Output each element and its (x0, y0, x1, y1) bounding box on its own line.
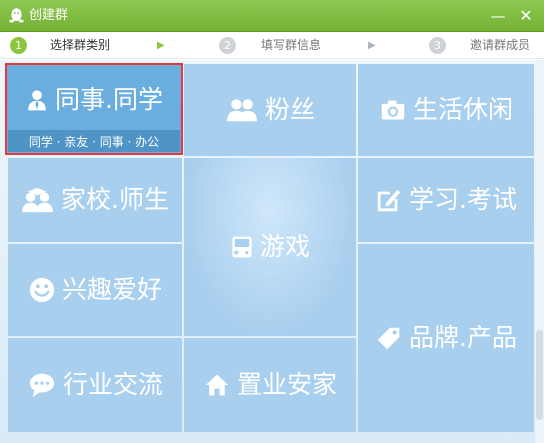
gamepad-icon (232, 236, 252, 258)
qq-penguin-icon (9, 8, 24, 23)
people-icon (227, 99, 257, 122)
scrollbar[interactable] (535, 60, 544, 443)
edit-icon (377, 189, 401, 212)
category-real-estate-tile[interactable]: 置业安家 (184, 338, 356, 432)
window-title: 创建群 (29, 8, 69, 23)
category-colleague-classmate-tile[interactable]: 同事.同学 同学 · 亲友 · 同事 · 办公 (5, 63, 183, 155)
step-2-label: 填写群信息 (261, 38, 322, 52)
step-1-label: 选择群类别 (50, 38, 111, 52)
category-study-exam-tile[interactable]: 学习.考试 (358, 158, 534, 242)
close-button[interactable]: ✕ (515, 7, 537, 25)
category-life-leisure-tile[interactable]: 生活休闲 (358, 64, 534, 156)
category-fans-label: 粉丝 (264, 95, 315, 124)
category-colleague-classmate-subtitle: 同学 · 亲友 · 同事 · 办公 (8, 130, 180, 152)
step-indicator: 1 选择群类别 ▶ 2 填写群信息 ▶ 3 邀请群成员 (0, 32, 544, 59)
category-school-teacher-label: 家校.师生 (61, 185, 169, 214)
smiley-icon (29, 277, 55, 303)
scrollbar-thumb[interactable] (536, 330, 543, 420)
category-fans-tile[interactable]: 粉丝 (184, 64, 356, 156)
step-3-number: 3 (429, 37, 446, 54)
category-real-estate-label: 置业安家 (236, 370, 337, 399)
category-hobby-label: 兴趣爱好 (61, 275, 162, 304)
category-brand-product-tile[interactable]: 品牌.产品 (358, 244, 534, 432)
title-bar: 创建群 — ✕ (0, 0, 544, 32)
step-arrow-2-icon: ▶ (368, 40, 376, 51)
category-game-label: 游戏 (259, 232, 310, 261)
minimize-button[interactable]: — (487, 7, 509, 25)
category-school-teacher-tile[interactable]: 家校.师生 (8, 158, 182, 242)
category-brand-product-label: 品牌.产品 (409, 323, 517, 352)
step-2-number: 2 (219, 37, 236, 54)
graduates-icon (22, 187, 53, 213)
category-game-tile[interactable]: 游戏 (184, 158, 356, 336)
chat-icon (29, 373, 55, 398)
step-3-label: 邀请群成员 (470, 38, 531, 52)
step-arrow-1-icon: ▶ (157, 40, 165, 51)
home-icon (205, 374, 229, 396)
step-1-number: 1 (10, 37, 27, 54)
category-study-exam-label: 学习.考试 (409, 185, 517, 214)
tag-icon (377, 327, 400, 350)
category-industry-label: 行业交流 (62, 370, 163, 399)
category-colleague-classmate-label: 同事.同学 (55, 85, 163, 114)
person-icon (28, 90, 46, 111)
category-industry-tile[interactable]: 行业交流 (8, 338, 182, 432)
category-life-leisure-label: 生活休闲 (412, 95, 513, 124)
camera-icon (381, 100, 405, 120)
category-hobby-tile[interactable]: 兴趣爱好 (8, 244, 182, 336)
